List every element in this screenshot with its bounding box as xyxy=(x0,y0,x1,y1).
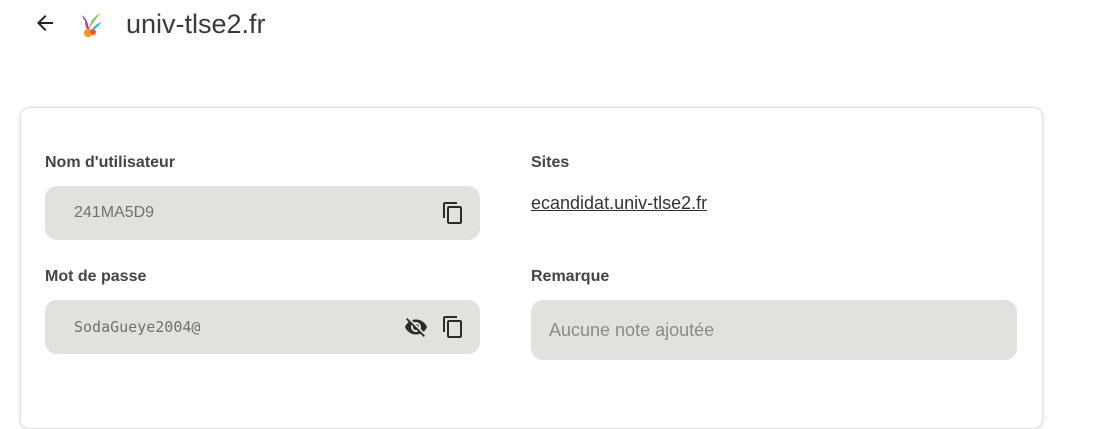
site-logo-icon xyxy=(76,9,106,39)
copy-icon xyxy=(443,316,462,338)
username-label: Nom d'utilisateur xyxy=(45,154,176,171)
copy-icon xyxy=(443,202,462,224)
note-placeholder: Aucune note ajoutée xyxy=(549,319,715,340)
site-link[interactable]: ecandidat.univ-tlse2.fr xyxy=(531,192,707,214)
arrow-left-icon xyxy=(37,15,53,31)
copy-password-button[interactable] xyxy=(439,313,467,341)
username-value: 241MA5D9 xyxy=(74,204,155,221)
toggle-password-visibility-button[interactable] xyxy=(402,313,430,341)
sites-label: Sites xyxy=(531,154,570,171)
back-button[interactable] xyxy=(31,9,59,37)
note-label: Remarque xyxy=(531,268,610,285)
credential-card: Nom d'utilisateur 241MA5D9 Mot de passe … xyxy=(20,107,1043,429)
password-field[interactable]: SodaGueye2004@ xyxy=(45,300,480,354)
username-field[interactable]: 241MA5D9 xyxy=(45,186,480,240)
page-title: univ-tlse2.fr xyxy=(126,9,266,39)
password-value: SodaGueye2004@ xyxy=(74,318,201,336)
password-label: Mot de passe xyxy=(45,268,147,285)
eye-off-icon xyxy=(405,318,427,337)
header-bar: univ-tlse2.fr xyxy=(0,0,1098,50)
copy-username-button[interactable] xyxy=(439,199,467,227)
note-field[interactable]: Aucune note ajoutée xyxy=(531,300,1017,360)
